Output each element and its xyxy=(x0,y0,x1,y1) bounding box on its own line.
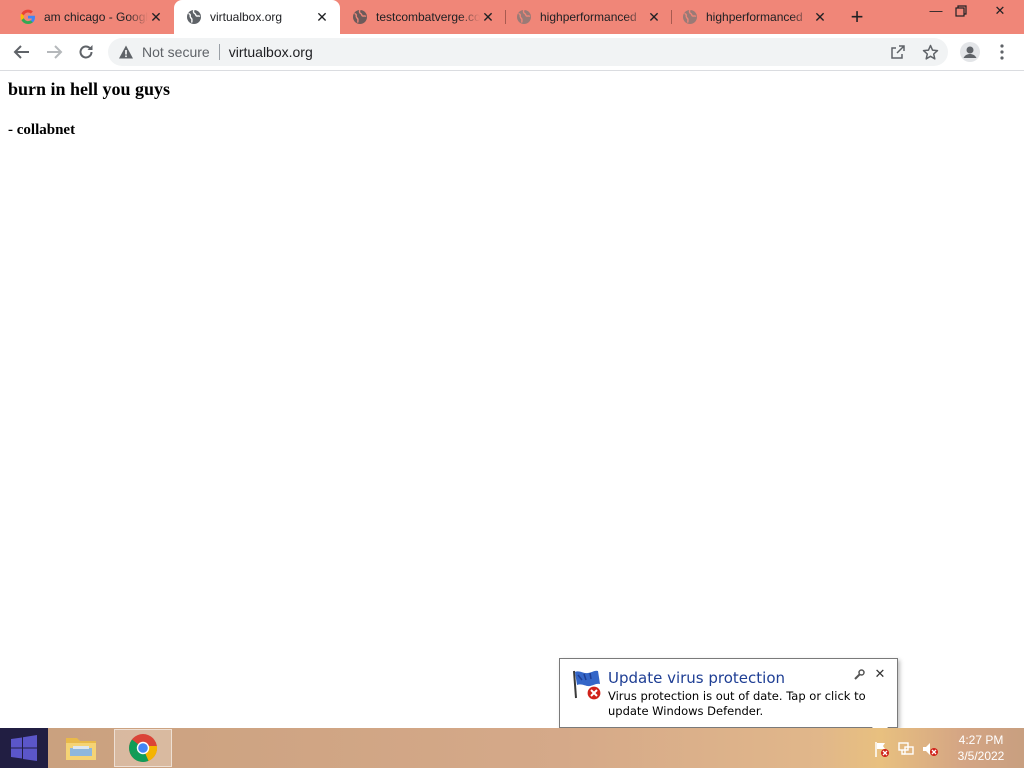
tab-title: virtualbox.org xyxy=(210,10,283,24)
notification-body: Virus protection is out of date. Tap or … xyxy=(608,689,866,718)
system-clock[interactable]: 4:27 PM 3/5/2022 xyxy=(948,732,1014,764)
windows-defender-flag-icon xyxy=(573,670,602,701)
arrow-right-icon xyxy=(47,45,63,59)
windows-logo-icon xyxy=(11,735,37,761)
arrow-left-icon xyxy=(13,45,29,59)
security-label[interactable]: Not secure xyxy=(142,44,210,60)
tab-strip: am chicago - Google ✕ virtualbox.org ✕ t… xyxy=(0,0,1024,34)
wrench-icon[interactable] xyxy=(852,668,866,682)
tab-title: highperformanced xyxy=(540,10,637,24)
tab-close-icon[interactable]: ✕ xyxy=(812,9,828,25)
tab-close-icon[interactable]: ✕ xyxy=(480,9,496,25)
tab-title: am chicago - Google xyxy=(44,10,148,24)
google-g-icon xyxy=(20,9,35,24)
speaker-muted-icon[interactable] xyxy=(921,740,939,758)
globe-icon xyxy=(517,9,531,24)
restore-button[interactable] xyxy=(946,0,976,22)
network-icon[interactable] xyxy=(897,740,915,758)
reload-button[interactable] xyxy=(72,38,100,66)
tab-close-icon[interactable]: ✕ xyxy=(646,9,662,25)
notification-title: Update virus protection xyxy=(608,669,786,687)
taskbar: 4:27 PM 3/5/2022 xyxy=(0,728,1024,768)
tab-testcombatverge[interactable]: testcombatverge.com ✕ xyxy=(340,0,506,34)
start-button[interactable] xyxy=(0,728,48,768)
folder-icon xyxy=(66,738,96,760)
tab-virtualbox[interactable]: virtualbox.org ✕ xyxy=(174,0,340,34)
restore-icon xyxy=(955,5,967,17)
menu-button[interactable] xyxy=(988,38,1016,66)
tab-highperformance-1[interactable]: highperformanced ✕ xyxy=(506,0,672,34)
profile-button[interactable] xyxy=(956,38,984,66)
bookmark-button[interactable] xyxy=(916,38,944,66)
tab-highperformance-2[interactable]: highperformanced ✕ xyxy=(672,0,838,34)
action-center-flag-icon[interactable] xyxy=(872,740,890,758)
tab-google[interactable]: am chicago - Google ✕ xyxy=(0,0,174,34)
taskbar-file-explorer[interactable] xyxy=(52,729,110,767)
tab-title: testcombatverge.com xyxy=(376,10,480,24)
tab-title: highperformanced xyxy=(706,10,803,24)
chrome-icon xyxy=(129,734,158,763)
share-icon xyxy=(891,45,905,59)
browser-toolbar: Not secure virtualbox.org xyxy=(0,34,1024,71)
notification-close-icon[interactable]: ✕ xyxy=(873,666,887,682)
page-byline: - collabnet xyxy=(8,122,76,138)
clock-date: 3/5/2022 xyxy=(957,749,1005,763)
notification-balloon[interactable]: Update virus protection Virus protection… xyxy=(559,658,898,737)
share-button[interactable] xyxy=(884,38,912,66)
tab-close-icon[interactable]: ✕ xyxy=(314,9,330,25)
globe-icon xyxy=(187,9,201,24)
profile-avatar-icon xyxy=(960,42,980,62)
star-icon xyxy=(922,44,938,60)
taskbar-chrome[interactable] xyxy=(114,729,172,767)
warning-triangle-icon[interactable] xyxy=(118,44,134,60)
omnibox-divider xyxy=(218,44,220,60)
back-button[interactable] xyxy=(8,38,36,66)
kebab-menu-icon xyxy=(1000,44,1004,60)
page-content: burn in hell you guys - collabnet xyxy=(0,71,1024,728)
close-window-button[interactable]: ✕ xyxy=(985,0,1015,22)
new-tab-button[interactable]: + xyxy=(845,5,869,29)
clock-time: 4:27 PM xyxy=(958,733,1004,747)
reload-icon xyxy=(79,45,93,59)
tab-close-icon[interactable]: ✕ xyxy=(148,9,164,25)
page-heading: burn in hell you guys xyxy=(8,79,171,99)
url-text[interactable]: virtualbox.org xyxy=(229,44,313,60)
address-bar[interactable]: Not secure virtualbox.org xyxy=(108,38,948,66)
forward-button[interactable] xyxy=(40,38,68,66)
globe-icon xyxy=(683,9,697,24)
globe-icon xyxy=(353,9,367,24)
